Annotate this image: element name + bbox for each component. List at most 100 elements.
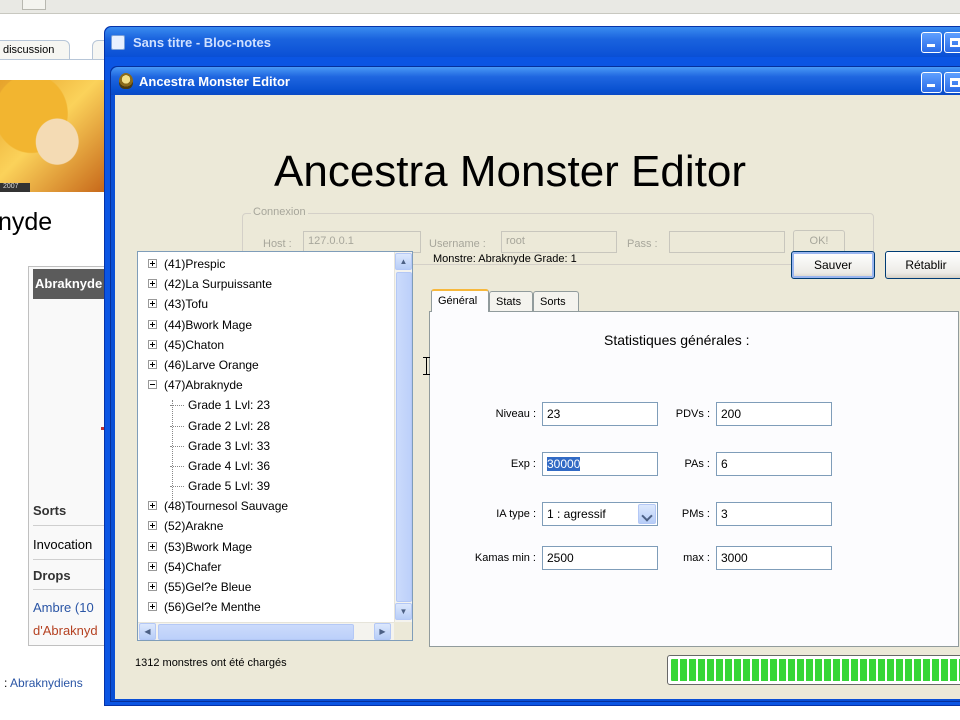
expand-icon[interactable] xyxy=(148,541,157,551)
general-tab-panel: Statistiques générales : Niveau : 23 PDV… xyxy=(429,311,959,647)
username-field[interactable]: root xyxy=(501,231,617,253)
infobox-header: Abraknyde xyxy=(33,269,111,299)
browser-tab-nub[interactable] xyxy=(22,0,46,10)
tree-item-label: (43)Tofu xyxy=(164,297,209,312)
ia-type-label: IA type : xyxy=(496,508,536,520)
maximize-icon xyxy=(950,78,960,87)
kamas-max-label: max : xyxy=(683,552,710,564)
character-avatar-image: 2007 xyxy=(0,80,104,192)
tree-node-item[interactable]: (56)Gel?e Menthe xyxy=(138,597,392,617)
niveau-label: Niveau : xyxy=(495,408,536,420)
expand-icon[interactable] xyxy=(148,279,157,289)
tree-child-item[interactable]: Grade 3 Lvl: 33 xyxy=(138,436,392,456)
browser-toolbar-strip xyxy=(0,0,960,14)
tree-child-item[interactable]: Grade 2 Lvl: 28 xyxy=(138,416,392,436)
tree-horizontal-scrollbar[interactable]: ◀ ▶ xyxy=(138,622,394,640)
infobox-row-drops: Drops xyxy=(33,568,71,583)
kamas-min-field[interactable]: 2500 xyxy=(542,546,658,570)
ia-type-select[interactable]: 1 : agressif xyxy=(542,502,658,526)
tree-node-item[interactable]: (54)Chafer xyxy=(138,557,392,577)
horizontal-scroll-thumb[interactable] xyxy=(158,624,354,640)
tree-node-item[interactable]: (53)Bwork Mage xyxy=(138,537,392,557)
expand-icon[interactable] xyxy=(148,582,157,591)
kamas-max-field[interactable]: 3000 xyxy=(716,546,832,570)
expand-icon[interactable] xyxy=(148,602,157,612)
expand-icon[interactable] xyxy=(148,561,157,571)
tree-node-item[interactable]: (42)La Surpuissante xyxy=(138,274,392,294)
tree-node-item[interactable]: (52)Arakne xyxy=(138,516,392,536)
host-field[interactable]: 127.0.0.1 xyxy=(303,231,421,253)
tree-node-item[interactable]: (46)Larve Orange xyxy=(138,355,392,375)
tree-child-item[interactable]: Grade 4 Lvl: 36 xyxy=(138,456,392,476)
pas-field[interactable]: 6 xyxy=(716,452,832,476)
tree-node-item[interactable]: (48)Tournesol Sauvage xyxy=(138,496,392,516)
tree-item-label: (45)Chaton xyxy=(164,337,225,352)
tree-item-label: Grade 2 Lvl: 28 xyxy=(188,418,271,433)
scroll-right-icon[interactable]: ▶ xyxy=(374,623,391,640)
scroll-up-icon[interactable]: ▲ xyxy=(395,253,412,270)
app-heading: Ancestra Monster Editor xyxy=(274,147,746,196)
tree-node-item[interactable]: (45)Chaton xyxy=(138,335,392,355)
tree-item-label: (46)Larve Orange xyxy=(164,357,259,372)
expand-icon[interactable] xyxy=(148,359,157,369)
expand-icon[interactable] xyxy=(148,501,157,511)
niveau-field[interactable]: 23 xyxy=(542,402,658,426)
username-label: Username : xyxy=(429,238,486,250)
tab-general[interactable]: Général xyxy=(431,289,489,312)
editor-minimize-button[interactable] xyxy=(921,72,942,93)
tree-node-item[interactable]: (55)Gel?e Bleue xyxy=(138,577,392,597)
infobox-row-invocation: Invocation xyxy=(33,537,93,552)
ia-type-value: 1 : agressif xyxy=(547,507,606,521)
expand-icon[interactable] xyxy=(148,259,157,268)
editor-titlebar[interactable]: Ancestra Monster Editor xyxy=(111,67,960,95)
dofus-egg-icon xyxy=(119,73,133,89)
password-field[interactable] xyxy=(669,231,785,253)
collapse-icon[interactable] xyxy=(148,380,157,390)
text-cursor-icon xyxy=(423,357,431,375)
pms-field[interactable]: 3 xyxy=(716,502,832,526)
infobox-link-ambre[interactable]: Ambre (10 xyxy=(33,600,111,615)
scroll-down-icon[interactable]: ▼ xyxy=(395,603,412,620)
reset-button[interactable]: Rétablir xyxy=(885,251,960,279)
expand-icon[interactable] xyxy=(148,299,157,309)
general-stats-heading: Statistiques générales : xyxy=(604,332,750,348)
tree-vertical-scrollbar[interactable]: ▲ ▼ xyxy=(394,252,412,622)
tab-sorts[interactable]: Sorts xyxy=(533,291,579,311)
footer-link[interactable]: Abraknydiens xyxy=(10,676,83,690)
expand-icon[interactable] xyxy=(148,319,157,329)
tab-discussion[interactable]: discussion xyxy=(0,40,70,60)
pas-label: PAs : xyxy=(684,458,710,470)
save-button[interactable]: Sauver xyxy=(791,251,875,279)
connection-legend: Connexion xyxy=(251,206,308,218)
tree-child-item[interactable]: Grade 5 Lvl: 39 xyxy=(138,476,392,496)
editor-maximize-button[interactable] xyxy=(944,72,960,93)
notepad-maximize-button[interactable] xyxy=(944,32,960,53)
minimize-icon xyxy=(927,84,935,87)
notepad-titlebar[interactable]: Sans titre - Bloc-notes xyxy=(105,27,960,57)
tree-node-item[interactable]: (47)Abraknyde xyxy=(138,375,392,395)
pdvs-field[interactable]: 200 xyxy=(716,402,832,426)
editor-window[interactable]: Ancestra Monster Editor Ancestra Monster… xyxy=(110,66,960,702)
divider xyxy=(33,525,111,526)
expand-icon[interactable] xyxy=(148,339,157,349)
infobox-link-drop[interactable]: d'Abraknyd xyxy=(33,623,111,638)
expand-icon[interactable] xyxy=(148,521,157,531)
minimize-icon xyxy=(927,44,935,47)
tree-item-label: (52)Arakne xyxy=(164,519,224,534)
tree-item-label: Grade 3 Lvl: 33 xyxy=(188,438,271,453)
exp-field[interactable]: 30000 xyxy=(542,452,658,476)
tree-item-label: (48)Tournesol Sauvage xyxy=(164,499,289,514)
tree-node-item[interactable]: (43)Tofu xyxy=(138,294,392,314)
notepad-minimize-button[interactable] xyxy=(921,32,942,53)
tree-child-item[interactable]: Grade 1 Lvl: 23 xyxy=(138,395,392,415)
tree-item-label: Grade 5 Lvl: 39 xyxy=(188,479,271,494)
host-label: Host : xyxy=(263,238,292,250)
tree-item-label: (54)Chafer xyxy=(164,559,222,574)
tab-stats[interactable]: Stats xyxy=(489,291,533,311)
monster-tree[interactable]: (41)Prespic (42)La Surpuissante (43)Tofu (4… xyxy=(137,251,413,641)
tree-node-item[interactable]: (44)Bwork Mage xyxy=(138,315,392,335)
vertical-scroll-thumb[interactable] xyxy=(396,272,412,602)
scroll-left-icon[interactable]: ◀ xyxy=(139,623,156,640)
exp-label: Exp : xyxy=(510,458,536,470)
tree-node-item[interactable]: (41)Prespic xyxy=(138,254,392,274)
